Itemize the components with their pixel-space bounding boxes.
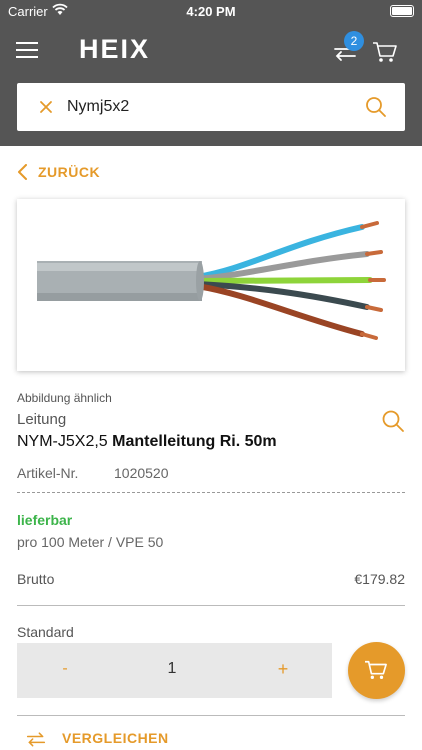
quantity-label: Standard (17, 624, 74, 640)
navbar: HEIX 2 (0, 22, 422, 80)
add-to-cart-button[interactable] (348, 642, 405, 699)
search-input[interactable] (67, 93, 357, 121)
decrement-button[interactable]: - (55, 660, 75, 678)
zoom-icon[interactable] (381, 409, 405, 433)
quantity-value[interactable]: 1 (157, 660, 187, 678)
product-image[interactable] (17, 199, 405, 371)
cart-icon[interactable] (372, 40, 398, 64)
search-area (0, 80, 422, 146)
battery-icon (390, 5, 414, 17)
clock: 4:20 PM (186, 4, 236, 19)
quantity-stepper: - 1 + (17, 643, 332, 698)
status-bar: Carrier 4:20 PM (0, 0, 422, 22)
clear-icon[interactable] (37, 98, 55, 116)
compare-label: VERGLEICHEN (62, 730, 169, 746)
product-title: NYM-J5X2,5 Mantelleitung Ri. 50m (17, 433, 277, 451)
unit-info: pro 100 Meter / VPE 50 (17, 534, 164, 550)
article-number: 1020520 (114, 465, 169, 481)
compare-count-badge: 2 (344, 31, 364, 51)
compare-icon (26, 732, 46, 747)
back-label: ZURÜCK (38, 164, 101, 180)
menu-icon[interactable] (16, 42, 38, 58)
logo[interactable]: HEIX (79, 34, 150, 65)
product-name: Mantelleitung Ri. 50m (112, 433, 277, 450)
price-label: Brutto (17, 571, 55, 587)
divider (17, 715, 405, 716)
cart-icon (365, 660, 387, 679)
product-code: NYM-J5X2,5 (17, 433, 108, 450)
product-category: Leitung (17, 411, 67, 428)
article-number-label: Artikel-Nr. (17, 465, 79, 481)
divider (17, 492, 405, 493)
chevron-left-icon (18, 164, 27, 180)
availability-status: lieferbar (17, 512, 73, 528)
image-caption: Abbildung ähnlich (17, 391, 112, 405)
search-icon[interactable] (365, 96, 387, 118)
search-box (17, 83, 405, 131)
divider (17, 605, 405, 606)
increment-button[interactable]: + (273, 659, 293, 680)
price-value: €179.82 (354, 571, 405, 587)
cable-illustration (37, 221, 386, 340)
